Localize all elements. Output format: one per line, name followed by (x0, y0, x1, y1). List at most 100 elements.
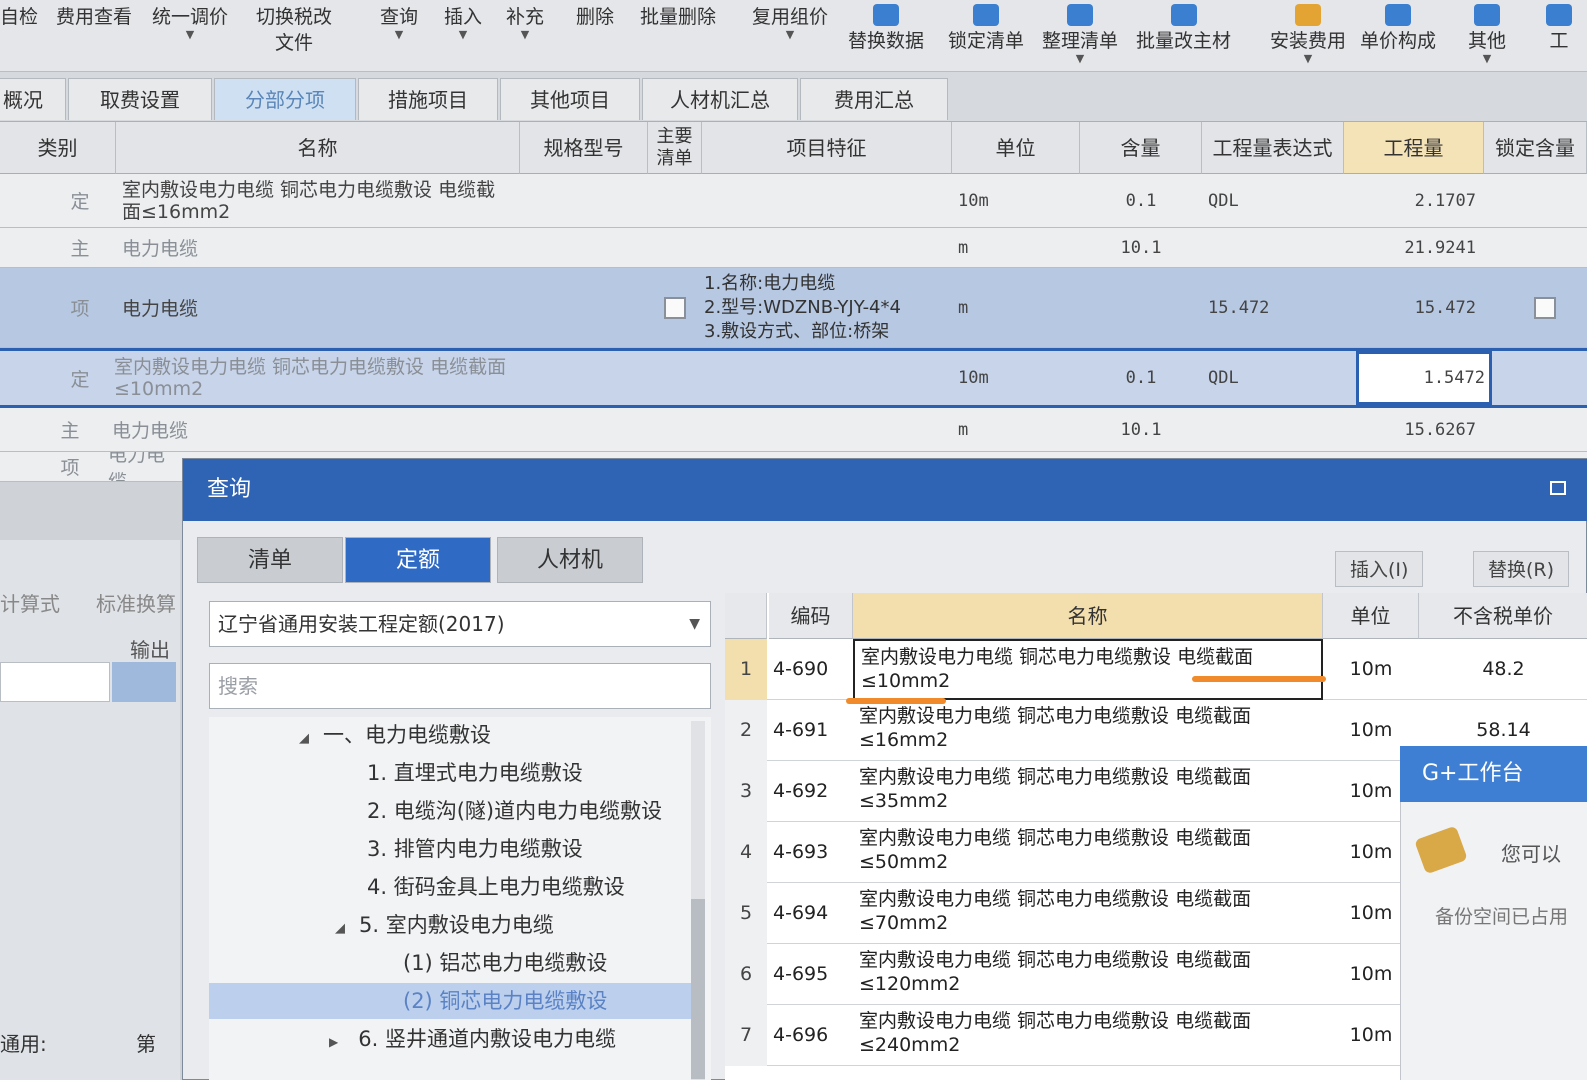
lock-list-button[interactable]: 锁定清单 (948, 4, 1024, 54)
row-quantity[interactable]: 1.5472 (1356, 351, 1492, 405)
tree-node[interactable]: 4. 街码金具上电力电缆敷设 (367, 869, 625, 905)
tab-measures-label: 措施项目 (388, 88, 468, 112)
query-label: 查询 (380, 6, 419, 28)
row-index: 7 (725, 1005, 767, 1066)
row-name: 电力电缆 (108, 452, 166, 481)
self-check-button[interactable]: 自检 (0, 4, 38, 30)
col-header-main-list[interactable]: 主要清单 (648, 122, 702, 174)
tab-quota[interactable]: 定额 (345, 537, 491, 583)
output-field[interactable] (0, 662, 110, 702)
replace-button[interactable]: 替换(R) (1473, 551, 1570, 587)
tab-fee-settings[interactable]: 取费设置 (68, 78, 212, 120)
output-button[interactable] (112, 662, 176, 702)
col-header-lock-content-label: 锁定含量 (1495, 135, 1575, 160)
col-header-expression[interactable]: 工程量表达式 (1202, 122, 1344, 174)
switch-tax-file-button[interactable]: 切换税改文件 (252, 4, 336, 56)
other-button[interactable]: 其他 ▼ (1468, 4, 1506, 64)
quota-library-select[interactable]: 辽宁省通用安装工程定额(2017) ▼ (209, 601, 711, 647)
tree-node[interactable]: ◢ 5. 室内敷设电力电缆 (335, 907, 554, 943)
tree-node-selected[interactable]: (2) 铜芯电力电缆敷设 (209, 983, 695, 1019)
row-type: 定 (70, 191, 90, 213)
row-features: 1.名称:电力电缆 2.型号:WDZNB-YJY-4*4 3.敷设方式、部位:桥… (704, 272, 952, 344)
tree-node[interactable]: 1. 直埋式电力电缆敷设 (367, 755, 583, 791)
replace-data-button[interactable]: 替换数据 (848, 4, 924, 54)
view-fees-button[interactable]: 费用查看 (56, 4, 132, 30)
col-header-code[interactable]: 编码 (769, 593, 853, 639)
row-code: 4-694 (773, 902, 829, 924)
tab-bill-list[interactable]: 清单 (197, 537, 343, 583)
insert-button[interactable]: 插入(I) (1335, 551, 1424, 587)
switch-tax-file-label: 切换税改文件 (255, 6, 332, 54)
highlight-underline (1192, 676, 1326, 682)
dialog-title-bar[interactable]: 查询 (183, 459, 1587, 521)
install-fee-button[interactable]: 安装费用 ▼ (1270, 4, 1346, 64)
col-header-spec[interactable]: 规格型号 (520, 122, 648, 174)
tool-button[interactable]: 工 (1546, 4, 1572, 54)
tree-node[interactable]: 3. 排管内电力电缆敷设 (367, 831, 583, 867)
tab-measures[interactable]: 措施项目 (358, 78, 498, 120)
query-button[interactable]: 查询 ▼ (380, 4, 418, 40)
delete-button[interactable]: 删除 (576, 4, 614, 30)
col-header-unit[interactable]: 单位 (952, 122, 1080, 174)
unified-adjust-button[interactable]: 统一调价 ▼ (152, 4, 228, 40)
tree-scrollbar-thumb[interactable] (691, 899, 705, 1079)
row-name: 室内敷设电力电缆 铜芯电力电缆敷设 电缆截面≤70mm2 (859, 888, 1252, 934)
dialog-title: 查询 (207, 477, 252, 502)
tab-other-items[interactable]: 其他项目 (500, 78, 640, 120)
col-header-lock-content[interactable]: 锁定含量 (1484, 122, 1587, 174)
row-index: 4 (725, 822, 767, 883)
unit-price-composition-button[interactable]: 单价构成 (1360, 4, 1436, 54)
table-row[interactable]: 主 电力电缆 m 10.1 21.9241 (0, 228, 1587, 268)
g-workbench-button[interactable]: G+工作台 (1400, 746, 1587, 802)
tree-node-label: (2) 铜芯电力电缆敷设 (403, 989, 608, 1013)
organize-list-button[interactable]: 整理清单 ▼ (1042, 4, 1118, 64)
batch-delete-button[interactable]: 批量删除 (640, 4, 716, 30)
col-header-name[interactable]: 名称 (116, 122, 520, 174)
reuse-pricing-button[interactable]: 复用组价 ▼ (752, 4, 828, 40)
tree-node[interactable]: ◢ 一、电力电缆敷设 (299, 717, 491, 753)
table-row[interactable]: 主 电力电缆 m 10.1 15.6267 (0, 408, 1587, 452)
row-unit: m (958, 419, 969, 440)
table-row[interactable]: 项 电力电缆 1.名称:电力电缆 2.型号:WDZNB-YJY-4*4 3.敷设… (0, 268, 1587, 348)
col-header-features[interactable]: 项目特征 (702, 122, 952, 174)
tab-labor-material-label: 人材机 (536, 548, 603, 573)
lock-content-checkbox[interactable] (1520, 268, 1570, 347)
col-header-content[interactable]: 含量 (1080, 122, 1202, 174)
col-header-name-label: 名称 (297, 135, 338, 160)
batch-delete-label: 批量删除 (640, 6, 717, 28)
col-header-unit[interactable]: 单位 (1323, 593, 1419, 639)
search-input[interactable]: 搜索 (209, 663, 711, 709)
tree-node-label: 6. 竖井通道内敷设电力电缆 (358, 1027, 616, 1051)
tab-labor-material[interactable]: 人材机 (497, 537, 643, 583)
tab-sub-items[interactable]: 分部分项 (214, 78, 356, 120)
batch-change-material-button[interactable]: 批量改主材 (1136, 4, 1231, 54)
col-header-name[interactable]: 名称 (853, 593, 1323, 639)
tab-fee-summary-label: 费用汇总 (834, 88, 914, 112)
row-index: 6 (725, 944, 767, 1005)
row-name: 电力电缆 (122, 238, 199, 260)
row-content: 0.1 (1125, 368, 1157, 388)
col-header-quantity[interactable]: 工程量 (1344, 122, 1484, 174)
col-header-price[interactable]: 不含税单价 (1419, 593, 1587, 639)
tree-node[interactable]: 2. 电缆沟(隧)道内电力电缆敷设 (367, 793, 662, 829)
row-index: 1 (725, 639, 767, 700)
tree-node[interactable]: (1) 铝芯电力电缆敷设 (403, 945, 607, 981)
chevron-down-icon: ▼ (1075, 52, 1085, 65)
tab-overview[interactable]: 概况 (0, 78, 66, 120)
chevron-down-icon: ▼ (394, 28, 404, 41)
reuse-pricing-label: 复用组价 (752, 6, 829, 28)
table-row[interactable]: 定 室内敷设电力电缆 铜芯电力电缆敷设 电缆截面≤10mm2 10m 0.1 Q… (0, 348, 1587, 408)
tree-node[interactable]: ▶ 6. 竖井通道内敷设电力电缆 (329, 1021, 616, 1057)
tab-fee-summary[interactable]: 费用汇总 (800, 78, 948, 120)
table-row[interactable]: 定 室内敷设电力电缆 铜芯电力电缆敷设 电缆截面≤16mm2 10m 0.1 Q… (0, 174, 1587, 228)
standard-conversion-label: 标准换算 (96, 592, 176, 616)
main-list-checkbox[interactable] (648, 268, 702, 347)
highlight-underline (846, 698, 946, 704)
insert-btn-label: 插入(I) (1350, 559, 1409, 581)
insert-button[interactable]: 插入 ▼ (444, 4, 482, 40)
col-header-type[interactable]: 类别 (0, 122, 116, 174)
maximize-icon[interactable] (1550, 481, 1566, 495)
table-row[interactable]: 1 4-690 室内敷设电力电缆 铜芯电力电缆敷设 电缆截面≤10mm2 10m… (725, 639, 1587, 700)
supplement-button[interactable]: 补充 ▼ (506, 4, 544, 40)
tab-labor-material-summary[interactable]: 人材机汇总 (642, 78, 798, 120)
